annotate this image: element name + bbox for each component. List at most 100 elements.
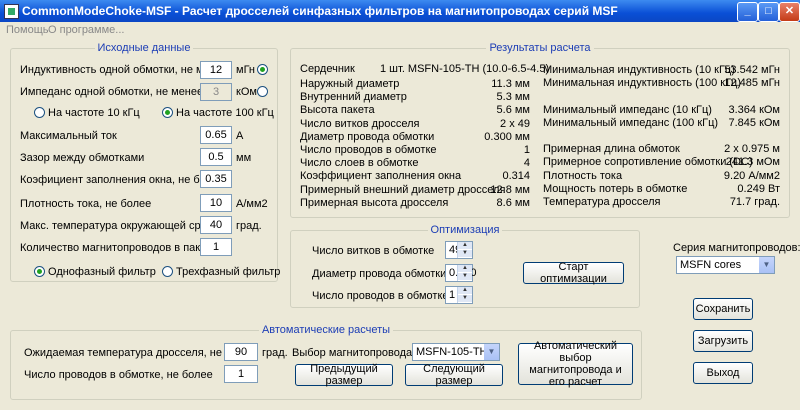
opt-wires-input[interactable]: 1 ▲ ▼ bbox=[445, 286, 473, 304]
cores-label: Количество магнитопроводов в пакете bbox=[20, 242, 217, 254]
ambient-input[interactable]: 40 bbox=[200, 216, 232, 234]
result-label: Плотность тока bbox=[543, 169, 623, 182]
ambient-label: Макс. температура окружающей среды bbox=[20, 220, 221, 232]
auto-temp-input[interactable]: 90 bbox=[224, 343, 258, 361]
title-bar: CommonModeChoke-MSF - Расчет дросселей с… bbox=[0, 0, 800, 22]
result-label: Диаметр провода обмотки bbox=[300, 130, 435, 143]
result-value: 7.845 кОм bbox=[728, 116, 780, 129]
result-value: 5.3 мм bbox=[496, 91, 530, 104]
opt-wires-label: Число проводов в обмотке bbox=[312, 290, 449, 302]
menu-bar: Помощь О программе... bbox=[0, 22, 800, 38]
menu-help[interactable]: Помощь bbox=[6, 24, 49, 36]
result-value: 0.300 мм bbox=[484, 130, 530, 143]
opt-turns-label: Число витков в обмотке bbox=[312, 245, 435, 257]
close-button[interactable]: ✕ bbox=[779, 2, 800, 22]
optimization-legend: Оптимизация bbox=[430, 224, 500, 236]
max-current-unit: А bbox=[236, 130, 244, 142]
freq100-radio[interactable] bbox=[162, 107, 173, 118]
three-phase-radio[interactable] bbox=[162, 266, 173, 277]
cores-input[interactable]: 1 bbox=[200, 238, 232, 256]
density-input[interactable]: 10 bbox=[200, 194, 232, 212]
result-label: Мощность потерь в обмотке bbox=[543, 182, 688, 195]
result-label: Наружный диаметр bbox=[300, 78, 400, 90]
result-label: Число слоев в обмотке bbox=[300, 157, 419, 170]
impedance-input[interactable]: 3 bbox=[200, 83, 232, 101]
core-select[interactable]: MSFN-105-TH ▼ bbox=[412, 343, 500, 361]
prev-size-button[interactable]: Предыдущий размер bbox=[295, 363, 393, 387]
result-label: Минимальный импеданс (10 кГц) bbox=[543, 103, 712, 116]
auto-select-button[interactable]: Автоматический выбор магнитопровода и ег… bbox=[518, 340, 633, 388]
impedance-radio[interactable] bbox=[257, 86, 268, 97]
inductance-label: Индуктивность одной обмотки, не менее bbox=[20, 64, 229, 76]
next-size-button[interactable]: Следующий размер bbox=[405, 363, 503, 387]
result-value: 2 х 49 bbox=[500, 117, 530, 130]
result-label: Число проводов в обмотке bbox=[300, 144, 437, 156]
freq10-radio[interactable] bbox=[34, 107, 45, 118]
result-value: 11.3 мм bbox=[491, 78, 530, 90]
window-title: CommonModeChoke-MSF - Расчет дросселей с… bbox=[22, 4, 618, 18]
result-value: 0.249 Вт bbox=[737, 182, 780, 195]
app-icon bbox=[4, 4, 19, 19]
result-value: 2 х 0.975 м bbox=[724, 143, 780, 156]
auto-wires-label: Число проводов в обмотке, не более bbox=[24, 369, 213, 381]
auto-legend: Автоматические расчеты bbox=[261, 324, 391, 336]
save-button[interactable]: Сохранить bbox=[693, 298, 753, 320]
opt-wires-spinner[interactable]: ▲ ▼ bbox=[457, 287, 472, 303]
max-current-label: Максимальный ток bbox=[20, 130, 117, 142]
gap-input[interactable]: 0.5 bbox=[200, 148, 232, 166]
fill-input[interactable]: 0.35 bbox=[200, 170, 232, 188]
freq10-label[interactable]: На частоте 10 кГц bbox=[48, 107, 140, 119]
core-value: 1 шт. MSFN-105-TH (10.0-6.5-4.5) bbox=[380, 63, 550, 75]
opt-wires-value: 1 bbox=[449, 289, 456, 301]
single-phase-radio[interactable] bbox=[34, 266, 45, 277]
density-label: Плотность тока, не более bbox=[20, 198, 152, 210]
series-label: Серия магнитопроводов: bbox=[673, 242, 800, 254]
impedance-label: Импеданс одной обмотки, не менее bbox=[20, 86, 204, 98]
single-phase-label[interactable]: Однофазный фильтр bbox=[48, 266, 156, 278]
core-select-label: Выбор магнитопровода: bbox=[292, 347, 416, 359]
freq100-label[interactable]: На частоте 100 кГц bbox=[176, 107, 274, 119]
minimize-button[interactable]: _ bbox=[737, 2, 758, 22]
chevron-down-icon[interactable]: ▼ bbox=[759, 257, 774, 273]
fill-label: Коэфициент заполнения окна, не более bbox=[20, 174, 225, 186]
result-value: 3.364 кОм bbox=[728, 103, 780, 116]
result-value: 241.3 мОм bbox=[725, 156, 780, 169]
exit-button[interactable]: Выход bbox=[693, 362, 753, 384]
result-label: Температура дросселя bbox=[543, 196, 661, 208]
inductance-radio[interactable] bbox=[257, 64, 268, 75]
result-value: 5.6 мм bbox=[496, 104, 530, 117]
max-current-input[interactable]: 0.65 bbox=[200, 126, 232, 144]
opt-wire-spinner[interactable]: ▲ ▼ bbox=[457, 265, 472, 281]
result-value: 71.7 град. bbox=[729, 196, 780, 208]
auto-temp-unit: град. bbox=[262, 347, 288, 359]
core-select-value: MSFN-105-TH bbox=[416, 346, 488, 358]
maximize-button[interactable]: □ bbox=[758, 2, 779, 22]
result-value: 1 bbox=[523, 144, 530, 156]
ambient-unit: град. bbox=[236, 220, 262, 232]
load-button[interactable]: Загрузить bbox=[693, 330, 753, 352]
result-value: 9.20 А/мм2 bbox=[723, 169, 780, 182]
impedance-unit: кОм bbox=[236, 86, 257, 98]
density-unit: А/мм2 bbox=[236, 198, 268, 210]
result-value: 12.8 мм bbox=[490, 183, 530, 196]
opt-turns-input[interactable]: 49 ▲ ▼ bbox=[445, 241, 473, 259]
auto-temp-label: Ожидаемая температура дросселя, не более bbox=[24, 347, 256, 359]
result-label: Число витков дросселя bbox=[300, 117, 420, 130]
result-value: 4 bbox=[523, 157, 530, 170]
series-value: MSFN cores bbox=[680, 259, 742, 271]
series-select[interactable]: MSFN cores ▼ bbox=[676, 256, 775, 274]
three-phase-label[interactable]: Трехфазный фильтр bbox=[176, 266, 280, 278]
menu-about[interactable]: О программе... bbox=[48, 24, 124, 36]
result-label: Высота пакета bbox=[300, 104, 375, 117]
gap-label: Зазор между обмотками bbox=[20, 152, 145, 164]
opt-wire-input[interactable]: 0.300 ▲▼ bbox=[445, 264, 477, 282]
result-value: 12.485 мГн bbox=[724, 77, 780, 90]
auto-wires-input[interactable]: 1 bbox=[224, 365, 258, 383]
chevron-down-icon[interactable]: ▼ bbox=[484, 344, 499, 360]
input-legend: Исходные данные bbox=[97, 42, 191, 54]
opt-turns-spinner[interactable]: ▲ ▼ bbox=[457, 242, 472, 258]
inductance-input[interactable]: 12 bbox=[200, 61, 232, 79]
result-label: Примерная высота дросселя bbox=[300, 196, 449, 209]
start-optimization-button[interactable]: Старт оптимизации bbox=[523, 261, 624, 285]
result-label: Внутренний диаметр bbox=[300, 91, 407, 104]
